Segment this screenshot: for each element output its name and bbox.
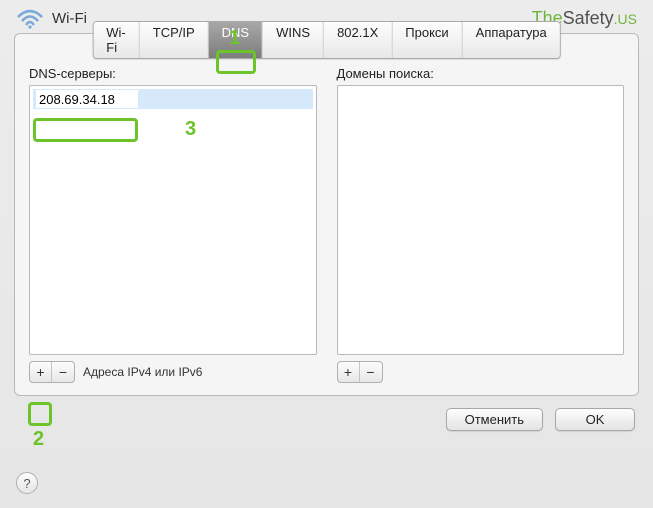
domains-plus-minus: + −	[337, 361, 383, 383]
dns-plus-minus: + −	[29, 361, 75, 383]
page-title: Wi-Fi	[52, 10, 87, 27]
tab-wifi[interactable]: Wi-Fi	[93, 22, 140, 58]
help-button[interactable]: ?	[16, 472, 38, 494]
cancel-button[interactable]: Отменить	[446, 408, 543, 431]
dns-servers-list[interactable]	[29, 85, 317, 355]
dns-hint: Адреса IPv4 или IPv6	[83, 365, 202, 379]
search-domains-label: Домены поиска:	[337, 66, 625, 81]
tab-bar: Wi-Fi TCP/IP DNS WINS 802.1X Прокси Аппа…	[92, 21, 561, 59]
tab-8021x[interactable]: 802.1X	[324, 22, 392, 58]
domains-remove-button[interactable]: −	[360, 362, 382, 382]
marker-2-label: 2	[33, 428, 44, 451]
dns-add-button[interactable]: +	[30, 362, 52, 382]
tab-hardware[interactable]: Аппаратура	[463, 22, 560, 58]
dns-remove-button[interactable]: −	[52, 362, 74, 382]
dns-servers-label: DNS-серверы:	[29, 66, 317, 81]
ok-button[interactable]: OK	[555, 408, 635, 431]
domains-add-button[interactable]: +	[338, 362, 360, 382]
tab-dns[interactable]: DNS	[209, 22, 263, 58]
tab-tcpip[interactable]: TCP/IP	[140, 22, 209, 58]
wifi-icon	[16, 9, 44, 29]
search-domains-list[interactable]	[337, 85, 625, 355]
dns-entry-input[interactable]	[36, 90, 138, 108]
dns-entry-row[interactable]	[33, 89, 313, 109]
tab-wins[interactable]: WINS	[263, 22, 324, 58]
tab-proxy[interactable]: Прокси	[392, 22, 462, 58]
settings-panel: Wi-Fi TCP/IP DNS WINS 802.1X Прокси Аппа…	[14, 33, 639, 396]
